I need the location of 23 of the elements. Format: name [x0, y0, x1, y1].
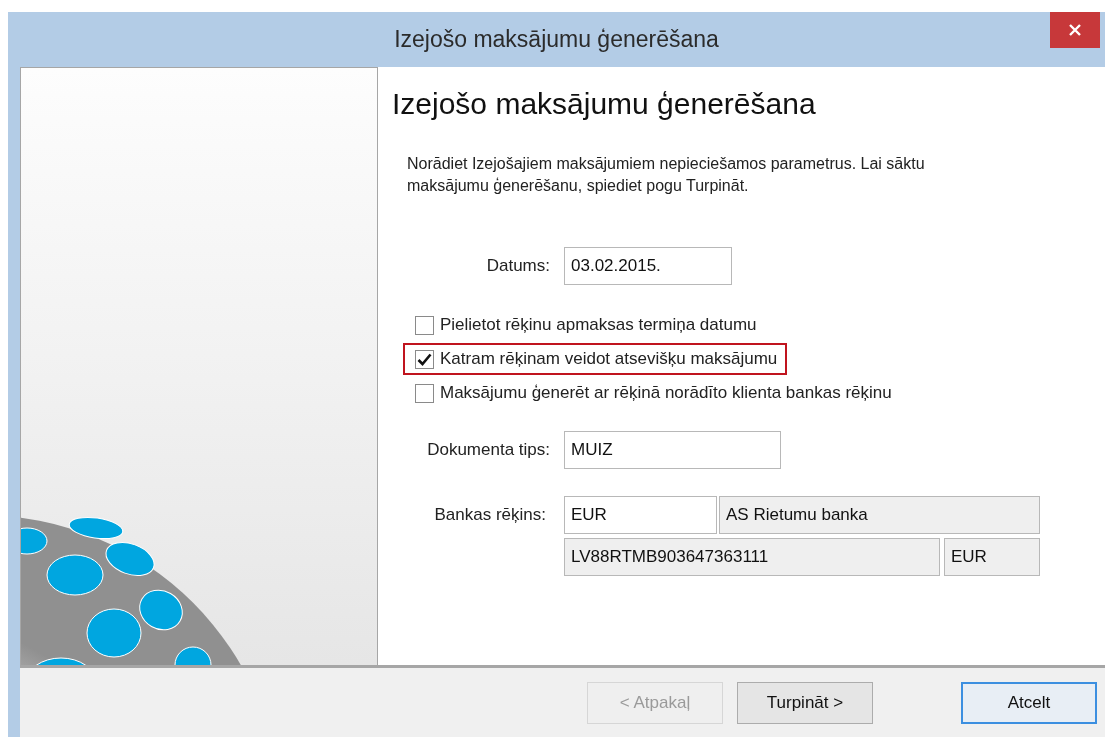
- close-button[interactable]: [1050, 12, 1100, 48]
- check-icon: [417, 352, 432, 366]
- close-icon: [1068, 23, 1082, 37]
- checkbox[interactable]: [415, 383, 434, 403]
- account-currency-field: EUR: [944, 538, 1040, 576]
- window-title: Izejošo maksājumu ģenerēšana: [394, 26, 719, 53]
- checkbox-label[interactable]: Maksājumu ģenerēt ar rēķinā norādīto klienta bankas rēķinu: [440, 383, 892, 403]
- bank-account-label: Bankas rēķins:: [433, 505, 546, 525]
- dialog-button[interactable]: Atcelt: [961, 681, 1097, 724]
- document-type-label: Dokumenta tips:: [426, 440, 550, 460]
- date-label: Datums:: [485, 256, 550, 276]
- checkbox-label[interactable]: Katram rēķinam veidot atsevišķu maksājumu: [440, 349, 778, 369]
- document-type-field[interactable]: MUIZ: [564, 431, 781, 469]
- instruction-text: Norādiet Izejošajiem maksājumiem nepieciešamos parametrus. Lai sāktu maksājumu ģenerēšanu, spiediet pogu Turpināt.: [407, 154, 926, 196]
- dialog-button[interactable]: Turpināt >: [737, 681, 873, 724]
- date-field[interactable]: 03.02.2015.: [564, 247, 732, 285]
- page-heading: Izejošo maksājumu ģenerēšana: [392, 87, 817, 121]
- checkbox[interactable]: [415, 349, 434, 369]
- checkbox[interactable]: [415, 315, 434, 335]
- checkbox-label[interactable]: Pielietot rēķinu apmaksas termiņa datumu: [440, 315, 757, 335]
- account-number-field: LV88RTMB903647363111: [564, 538, 940, 576]
- currency-field[interactable]: EUR: [564, 496, 717, 534]
- bank-name-field: AS Rietumu banka: [719, 496, 1040, 534]
